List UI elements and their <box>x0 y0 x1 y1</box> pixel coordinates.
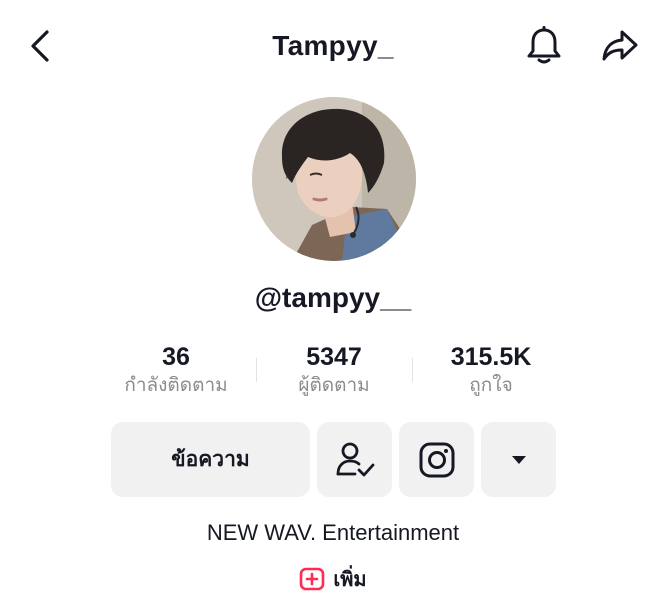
stat-label: ผู้ติดตาม <box>298 375 370 396</box>
stats-row: 36 กำลังติดตาม 5347 ผู้ติดตาม 315.5K ถูก… <box>84 342 584 402</box>
stat-label: ถูกใจ <box>469 375 513 396</box>
stat-likes[interactable]: 315.5K ถูกใจ <box>406 342 576 399</box>
profile-bio: NEW WAV. Entertainment <box>206 520 460 545</box>
friends-button[interactable] <box>317 422 392 497</box>
stat-value: 5347 <box>306 343 362 371</box>
person-check-icon <box>336 442 374 476</box>
instagram-icon <box>419 442 454 477</box>
message-button[interactable]: ข้อความ <box>111 422 310 497</box>
caret-down-icon <box>511 455 526 464</box>
instagram-button[interactable] <box>399 422 474 497</box>
stat-followers[interactable]: 5347 ผู้ติดตาม <box>249 342 419 399</box>
add-bio-label: เพิ่ม <box>333 569 367 591</box>
avatar[interactable] <box>252 97 416 261</box>
stat-following[interactable]: 36 กำลังติดตาม <box>91 342 261 399</box>
bell-icon <box>527 26 561 64</box>
stat-value: 36 <box>162 343 190 371</box>
add-bio-button[interactable]: เพิ่ม <box>0 563 666 595</box>
notification-bell-button[interactable] <box>522 24 566 68</box>
page-title: Tampyy_ <box>272 30 394 61</box>
share-button[interactable] <box>598 26 642 66</box>
stat-value: 315.5K <box>450 343 532 371</box>
share-arrow-icon <box>602 30 638 61</box>
profile-page: Tampyy_ @tampyy__ 36 กำลังติดตาม 5347 ผู… <box>0 0 666 595</box>
stat-label: กำลังติดตาม <box>124 375 228 396</box>
add-box-icon <box>300 567 325 591</box>
profile-photo <box>252 97 416 261</box>
more-options-button[interactable] <box>481 422 556 497</box>
username-handle: @tampyy__ <box>254 282 412 313</box>
